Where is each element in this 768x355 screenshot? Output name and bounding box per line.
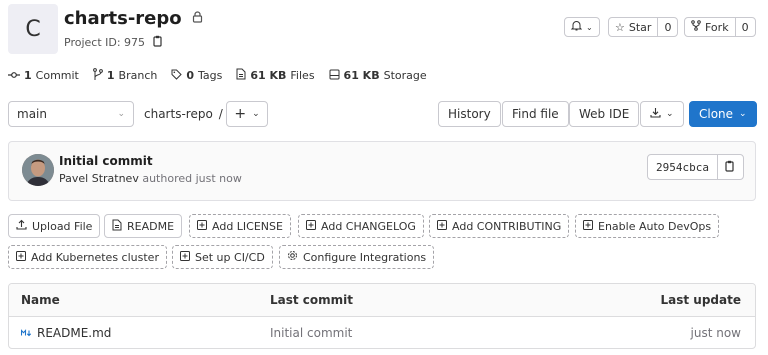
plus-square-icon (180, 250, 190, 264)
download-icon (650, 107, 661, 121)
file-icon (236, 68, 246, 83)
commit-icon (8, 69, 20, 82)
last-commit-panel: Initial commit Pavel Stratnev authored j… (8, 141, 756, 201)
markdown-icon (20, 326, 32, 340)
commit-sha[interactable]: 2954cbca (648, 155, 717, 179)
readme-button[interactable]: README (104, 214, 183, 238)
stat-branches[interactable]: 1 Branch (92, 68, 157, 83)
bell-icon (570, 20, 583, 34)
file-tree-table: Name Last commit Last update README.md I… (8, 283, 756, 349)
upload-file-button[interactable]: Upload File (8, 214, 101, 238)
plus-square-icon (306, 219, 316, 233)
commit-title[interactable]: Initial commit (59, 154, 153, 168)
chevron-down-icon: ⌄ (586, 22, 593, 32)
add-license-button[interactable]: Add LICENSE (189, 214, 291, 238)
fork-count[interactable]: 0 (734, 18, 755, 36)
breadcrumb: charts-repo / (144, 107, 223, 121)
table-header: Name Last commit Last update (9, 284, 755, 317)
file-last-update-cell: just now (690, 326, 741, 340)
commit-meta: Pavel Stratnev authored just now (59, 172, 242, 185)
column-header-name: Name (21, 293, 60, 307)
star-count[interactable]: 0 (657, 18, 677, 36)
storage-icon (329, 69, 340, 83)
star-button[interactable]: ☆ Star (609, 18, 657, 36)
breadcrumb-root[interactable]: charts-repo (144, 107, 213, 121)
chevron-down-icon: ⌄ (666, 109, 674, 119)
plus-square-icon (16, 250, 26, 264)
column-header-last-update: Last update (660, 293, 742, 307)
plus-square-icon (437, 219, 447, 233)
star-button-group: ☆ Star 0 (608, 17, 679, 37)
project-name[interactable]: charts-repo (64, 8, 182, 29)
branch-selector[interactable]: main ⌄ (8, 101, 134, 127)
chevron-down-icon: ⌄ (117, 109, 125, 119)
table-row[interactable]: README.md Initial commit just now (9, 317, 755, 348)
author-avatar[interactable] (22, 154, 54, 186)
stat-tags[interactable]: 0 Tags (171, 68, 222, 83)
lock-icon (192, 11, 203, 26)
gear-icon (287, 250, 298, 264)
commit-sha-group: 2954cbca (647, 154, 744, 180)
set-up-ci-cd-button[interactable]: Set up CI/CD (172, 245, 273, 269)
copy-icon (725, 160, 736, 175)
stat-files[interactable]: 61 KB Files (236, 68, 315, 83)
copy-icon[interactable] (153, 35, 164, 50)
upload-icon (16, 219, 27, 233)
fork-button[interactable]: Fork (685, 18, 735, 36)
configure-integrations-button[interactable]: Configure Integrations (279, 245, 435, 269)
file-last-commit-cell[interactable]: Initial commit (270, 317, 352, 348)
fork-button-group: Fork 0 (684, 17, 756, 37)
project-title: charts-repo (64, 8, 203, 29)
chevron-down-icon: ⌄ (252, 109, 260, 119)
file-name-cell[interactable]: README.md (20, 317, 111, 348)
plus-icon: + (234, 106, 247, 122)
commit-author[interactable]: Pavel Stratnev (59, 172, 139, 185)
add-changelog-button[interactable]: Add CHANGELOG (298, 214, 424, 238)
project-stats: 1 Commit 1 Branch 0 Tags 61 KB Files 61 KB St… (8, 68, 427, 83)
project-avatar[interactable]: C (8, 4, 58, 54)
history-button[interactable]: History (438, 101, 501, 127)
tag-icon (171, 69, 183, 83)
notification-dropdown[interactable]: ⌄ (564, 17, 600, 37)
download-dropdown[interactable]: ⌄ (640, 101, 684, 127)
web-ide-button[interactable]: Web IDE (569, 101, 640, 127)
plus-square-icon (197, 219, 207, 233)
clone-dropdown[interactable]: Clone ⌄ (689, 101, 757, 127)
add-to-tree-dropdown[interactable]: + ⌄ (226, 101, 268, 127)
enable-auto-devops-button[interactable]: Enable Auto DevOps (575, 214, 720, 238)
add-contributing-button[interactable]: Add CONTRIBUTING (429, 214, 570, 238)
star-icon: ☆ (615, 20, 625, 34)
stat-storage[interactable]: 61 KB Storage (329, 68, 427, 83)
add-kubernetes-cluster-button[interactable]: Add Kubernetes cluster (8, 245, 167, 269)
fork-icon (691, 20, 701, 34)
branch-icon (92, 68, 103, 83)
project-id: Project ID: 975 (64, 35, 164, 50)
copy-sha-button[interactable] (717, 155, 743, 179)
chevron-down-icon: ⌄ (739, 109, 747, 119)
stat-commits[interactable]: 1 Commit (8, 68, 79, 83)
file-icon (112, 219, 122, 234)
find-file-button[interactable]: Find file (502, 101, 569, 127)
plus-square-icon (583, 219, 593, 233)
column-header-last-commit: Last commit (270, 293, 354, 307)
